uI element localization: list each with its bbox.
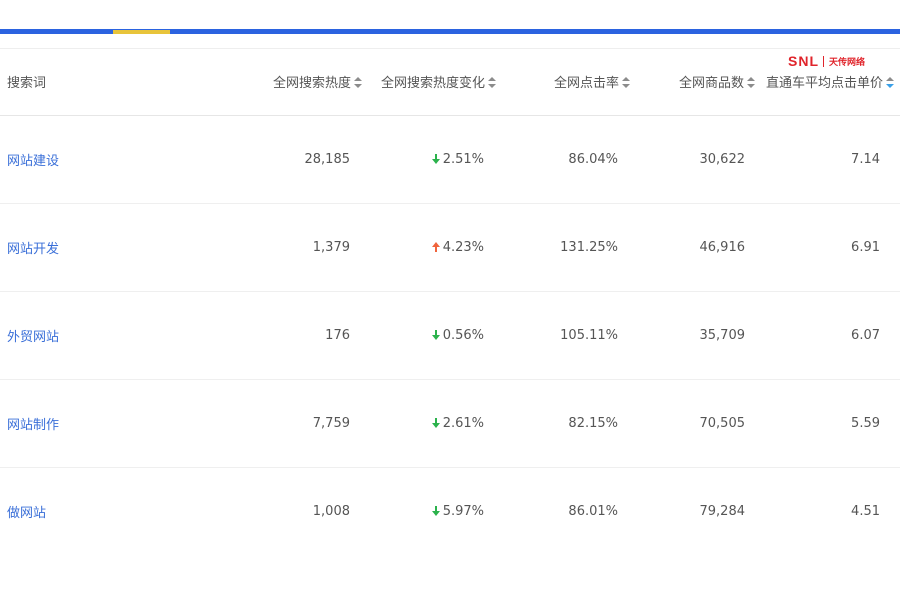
- col-header-heat[interactable]: 全网搜索热度: [190, 49, 364, 116]
- cell-cpc: 6.91: [759, 203, 900, 292]
- arrow-down-icon: [431, 153, 440, 164]
- cell-heat: 1,379: [190, 203, 364, 292]
- cell-heat-change: 0.56%: [364, 291, 498, 380]
- col-header-cpc[interactable]: 直通车平均点击单价: [759, 49, 900, 116]
- cell-cpc: 7.14: [759, 115, 900, 204]
- cell-keyword: 网站开发: [0, 203, 190, 292]
- cell-heat: 28,185: [190, 115, 364, 204]
- table-row: 网站开发 1,379 4.23% 131.25% 46,916 6.91: [0, 203, 900, 292]
- sort-icon[interactable]: [622, 77, 630, 89]
- arrow-down-icon: [431, 505, 440, 516]
- cell-ctr: 105.11%: [498, 291, 632, 380]
- cell-heat-change: 2.61%: [364, 379, 498, 468]
- cell-keyword: 网站建设: [0, 115, 190, 204]
- cell-items: 70,505: [632, 379, 759, 468]
- cell-ctr: 131.25%: [498, 203, 632, 292]
- keyword-link[interactable]: 网站开发: [7, 242, 59, 257]
- keyword-link[interactable]: 网站制作: [7, 418, 59, 433]
- cell-items: 30,622: [632, 115, 759, 204]
- table-header-row: 搜索词 全网搜索热度 全网搜索热度变化 全网点击率 全网商品数 直通车平均点击单…: [0, 49, 900, 116]
- cell-heat-change: 5.97%: [364, 467, 498, 555]
- keyword-link[interactable]: 做网站: [7, 506, 46, 521]
- cell-heat: 7,759: [190, 379, 364, 468]
- keyword-table: 搜索词 全网搜索热度 全网搜索热度变化 全网点击率 全网商品数 直通车平均点击单…: [0, 49, 900, 555]
- cell-ctr: 86.01%: [568, 503, 618, 519]
- cell-items: 79,284: [699, 503, 746, 519]
- active-tab-indicator: [113, 30, 170, 34]
- cell-keyword: 做网站: [0, 467, 190, 555]
- cell-ctr: 82.15%: [498, 379, 632, 468]
- cell-keyword: 外贸网站: [0, 291, 190, 380]
- cell-items: 46,916: [632, 203, 759, 292]
- col-header-heat-change[interactable]: 全网搜索热度变化: [364, 49, 498, 116]
- sort-icon[interactable]: [747, 77, 755, 89]
- arrow-down-icon: [431, 329, 440, 340]
- cell-cpc: 5.59: [759, 379, 900, 468]
- table-row: 做网站 1,008 5.97% 86.01% 79,284 4.51: [0, 467, 900, 555]
- cell-cpc: 4.51: [851, 503, 880, 519]
- arrow-up-icon: [431, 241, 440, 252]
- cell-heat: 1,008: [312, 503, 350, 519]
- cell-ctr: 86.04%: [498, 115, 632, 204]
- col-header-keyword: 搜索词: [0, 49, 190, 116]
- cell-items: 35,709: [632, 291, 759, 380]
- sort-icon[interactable]: [488, 77, 496, 89]
- cell-heat-change: 4.23%: [364, 203, 498, 292]
- cell-cpc: 6.07: [759, 291, 900, 380]
- table-row: 网站建设 28,185 2.51% 86.04% 30,622 7.14: [0, 115, 900, 204]
- keyword-link[interactable]: 外贸网站: [7, 330, 59, 345]
- sort-desc-icon[interactable]: [886, 77, 894, 89]
- col-header-items[interactable]: 全网商品数: [632, 49, 759, 116]
- col-header-ctr[interactable]: 全网点击率: [498, 49, 632, 116]
- sort-icon[interactable]: [354, 77, 362, 89]
- keyword-link[interactable]: 网站建设: [7, 154, 59, 169]
- cell-heat: 176: [190, 291, 364, 380]
- table-row: 网站制作 7,759 2.61% 82.15% 70,505 5.59: [0, 379, 900, 468]
- table-row: 外贸网站 176 0.56% 105.11% 35,709 6.07: [0, 291, 900, 380]
- cell-heat-change: 2.51%: [364, 115, 498, 204]
- cell-keyword: 网站制作: [0, 379, 190, 468]
- arrow-down-icon: [431, 417, 440, 428]
